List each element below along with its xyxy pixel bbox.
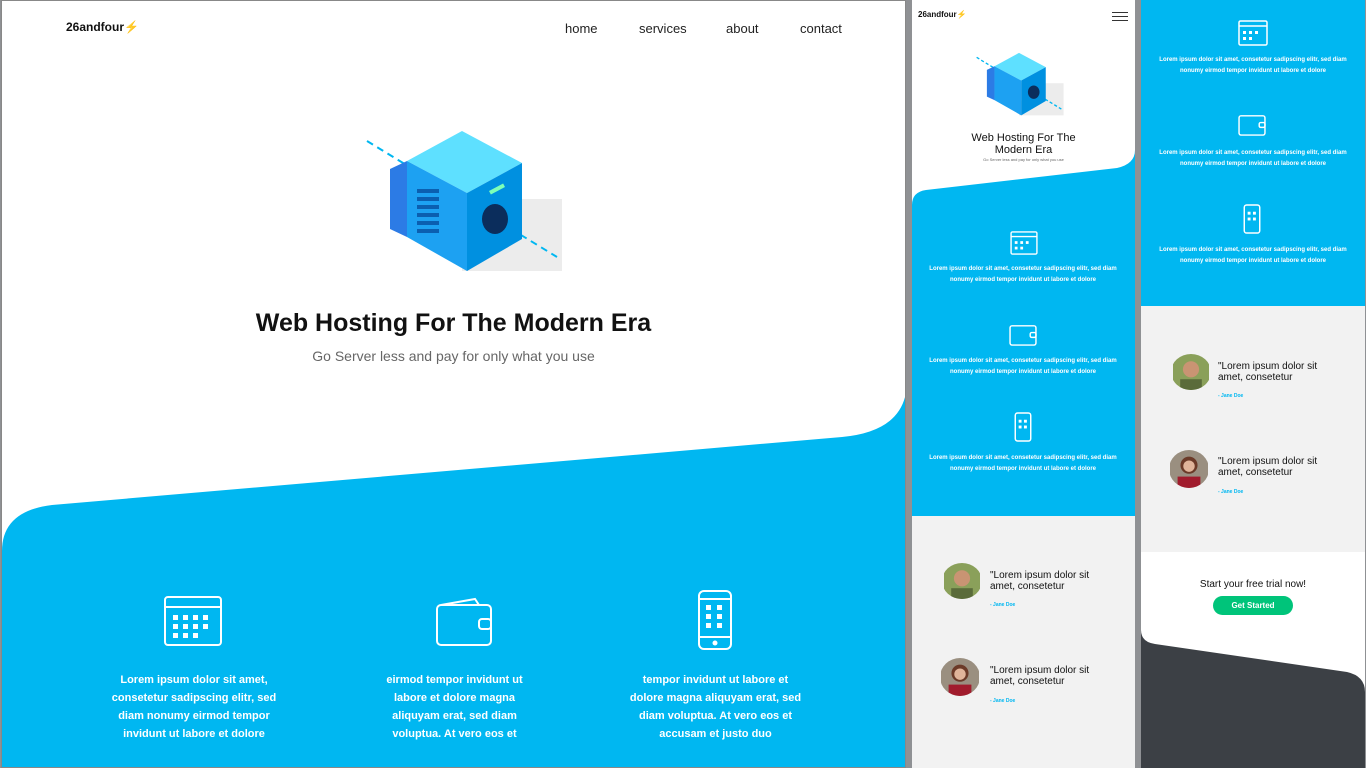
avatar [1173,354,1209,390]
testimonial-2-quote: "Lorem ipsum dolor sit amet, consetetur [1218,456,1318,478]
mobile-view-top: 26andfour⚡ Web Hosting For The Modern Er… [912,0,1135,768]
nav-services[interactable]: services [639,21,687,36]
get-started-button[interactable]: Get Started [1213,596,1293,615]
phone-icon [1243,204,1261,234]
testimonials-section [1141,306,1365,552]
hero-title: Web Hosting For The Modern Era [255,309,652,337]
feature-1-text: Lorem ipsum dolor sit amet, consetetur s… [1159,57,1347,74]
feature-3-text: Lorem ipsum dolor sit amet, consetetur s… [929,455,1117,472]
feature-1-text: Lorem ipsum dolor sit amet, consetetur s… [929,266,1117,283]
nav-about[interactable]: about [726,21,759,36]
testimonial-1-author: - Jane Doe [990,602,1016,608]
wallet-icon [1009,325,1037,346]
logo[interactable]: 26andfour⚡ [918,10,967,19]
wallet-icon [1238,115,1266,136]
bolt-icon: ⚡ [956,10,967,19]
feature-3-text: tempor invidunt ut labore et dolore magn… [629,674,802,740]
calendar-icon [1010,231,1038,255]
server-illustration [366,131,562,271]
testimonial-2-author: - Jane Doe [1218,489,1244,495]
bolt-icon: ⚡ [124,20,139,34]
nav-home[interactable]: home [565,21,598,36]
mobile-view-bottom: Lorem ipsum dolor sit amet, consetetur s… [1141,0,1365,768]
logo[interactable]: 26andfour⚡ [66,20,139,34]
menu-icon[interactable] [1112,12,1128,24]
nav-contact[interactable]: contact [800,21,842,36]
feature-2-text: Lorem ipsum dolor sit amet, consetetur s… [1159,150,1347,167]
phone-icon [1014,412,1032,442]
desktop-view: 26andfour⚡ home services about contact W… [1,0,906,768]
server-illustration [976,52,1064,116]
testimonials-section [912,516,1135,768]
feature-1-text: Lorem ipsum dolor sit amet, consetetur s… [111,674,277,740]
avatar [944,563,980,599]
avatar [941,658,979,696]
testimonial-1-quote: "Lorem ipsum dolor sit amet, consetetur [990,570,1090,592]
hero-subtitle: Go Server less and pay for only what you… [312,348,595,364]
calendar-icon [1238,20,1268,46]
logo-text: 26andfour [918,10,957,19]
feature-2-text: Lorem ipsum dolor sit amet, consetetur s… [929,358,1117,375]
wallet-icon [436,597,492,646]
testimonial-1-author: - Jane Doe [1218,393,1244,399]
logo-text: 26andfour [66,20,125,34]
avatar [1170,450,1208,488]
footer-background [1141,630,1365,768]
testimonial-2-author: - Jane Doe [990,698,1016,704]
calendar-icon [164,596,222,646]
cta-title: Start your free trial now! [1199,579,1307,590]
testimonial-1-quote: "Lorem ipsum dolor sit amet, consetetur [1218,361,1318,383]
feature-3-text: Lorem ipsum dolor sit amet, consetetur s… [1159,247,1347,264]
phone-icon [698,590,732,650]
testimonial-2-quote: "Lorem ipsum dolor sit amet, consetetur [990,665,1090,687]
feature-2-text: eirmod tempor invidunt ut labore et dolo… [386,674,523,740]
